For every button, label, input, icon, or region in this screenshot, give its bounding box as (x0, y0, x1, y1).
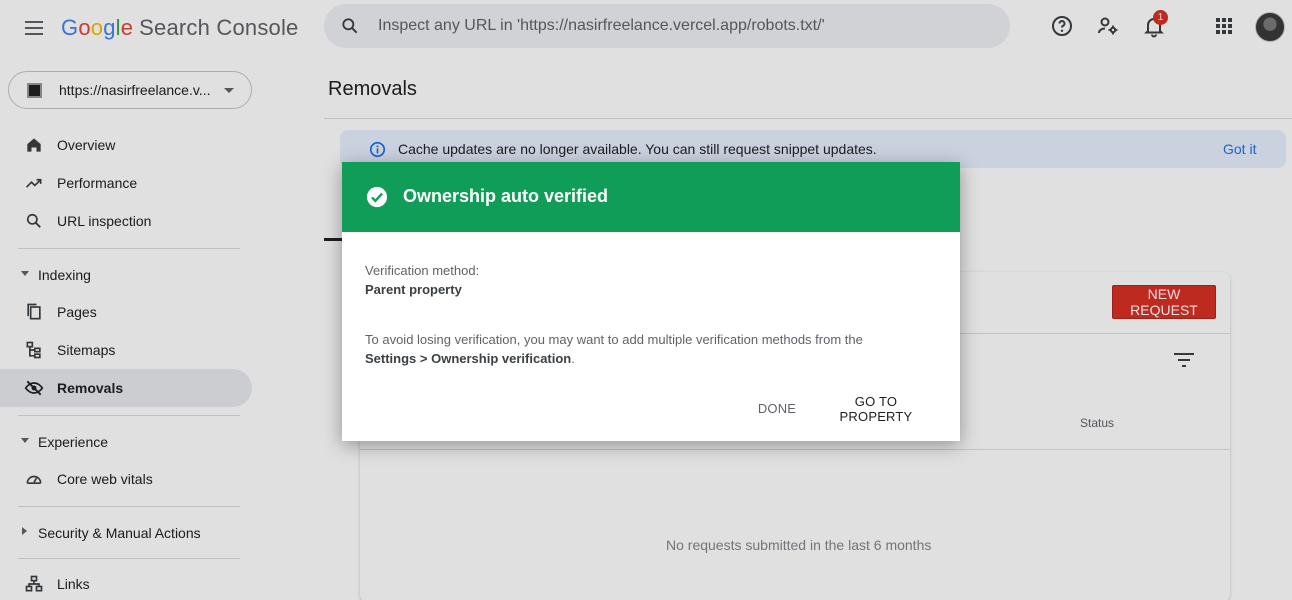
settings-path-link: Settings > Ownership verification (365, 351, 572, 366)
dialog-body-text: To avoid losing verification, you may wa… (365, 332, 863, 347)
done-button[interactable]: DONE (752, 394, 802, 422)
ownership-verified-dialog: Ownership auto verified Verification met… (342, 162, 960, 441)
go-to-property-button[interactable]: GO TO PROPERTY (818, 394, 934, 424)
dialog-header: Ownership auto verified (342, 162, 960, 232)
dialog-title: Ownership auto verified (403, 186, 609, 206)
settings-path-suffix: . (571, 351, 575, 366)
check-circle-icon (366, 186, 388, 208)
dialog-settings-path: Settings > Ownership verification. (365, 351, 575, 366)
verification-method-value: Parent property (365, 282, 462, 297)
verification-method-label: Verification method: (365, 263, 480, 278)
